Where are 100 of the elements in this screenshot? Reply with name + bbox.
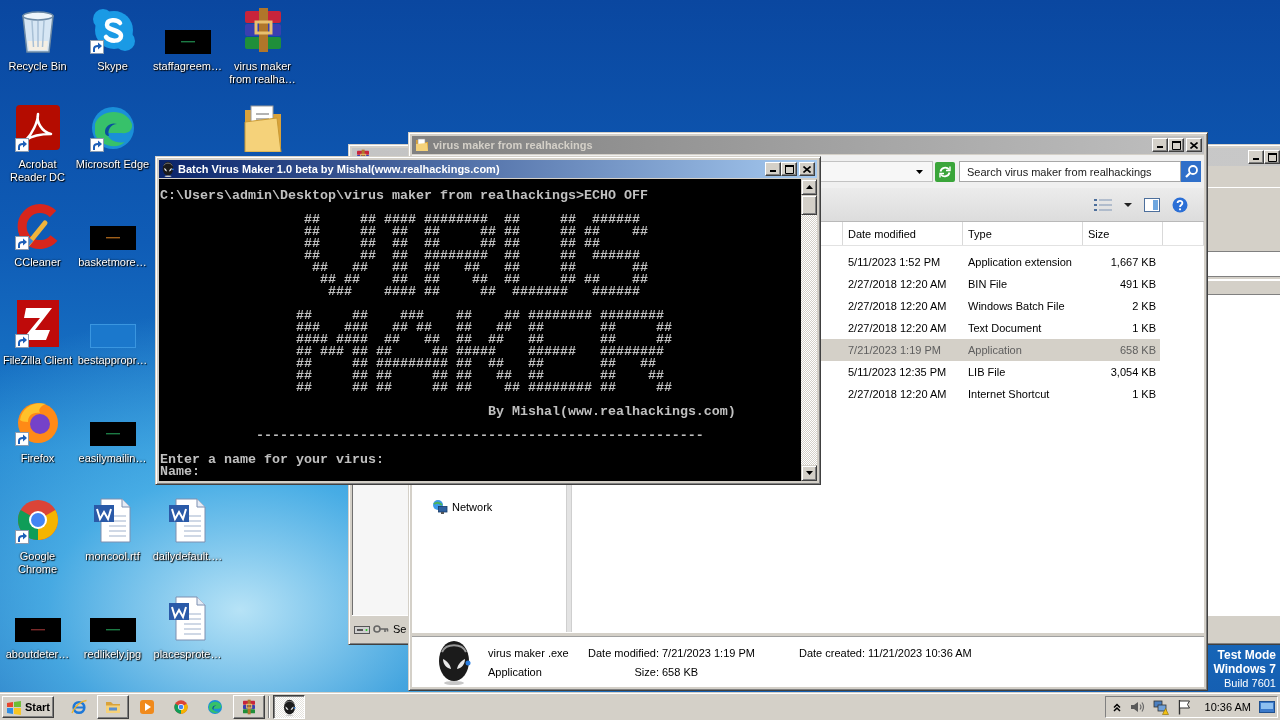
window-title: virus maker from realhackings [433,138,593,152]
status-text: Se [393,621,407,636]
search-button[interactable] [1181,161,1201,182]
detail-value: 658 KB [662,664,700,679]
window-title: Batch Virus Maker 1.0 beta by Mishal(www.realhackings.com) [178,162,500,176]
alien-head-icon [162,161,174,177]
app-icon [13,104,62,152]
os-notice-text: Test Mode [1216,648,1276,662]
scroll-up-button[interactable] [801,179,817,195]
icon-label: moncool.rtf [84,550,141,563]
table-cell-text: LIB File [967,365,1007,379]
nav-item[interactable]: Network [432,497,497,517]
detail-label: Date modified: [587,645,659,660]
icon-label: FileZilla Client [1,354,74,367]
os-notice-text: Windows 7 [1213,662,1276,676]
browser-icon [173,699,189,715]
table-cell-text: 5/11/2023 12:35 PM [847,365,948,379]
browser-icon [207,699,223,715]
close-button[interactable] [799,162,815,176]
details-view-icon[interactable] [1094,198,1112,211]
media-player-icon [139,699,155,715]
folder-icon [415,138,429,152]
minimize-button[interactable] [1152,138,1168,152]
show-desktop-icon[interactable] [1259,701,1275,713]
close-icon [1190,141,1198,149]
detail-label: Size: [633,664,659,679]
dropdown-caret-icon[interactable] [916,169,923,174]
ascii-art-text: ## ## ### ## ## ######## ######## ### ### ## ## ## ## ## ## ## #### #### ## ## ## ## ## ## ## ## ### ## ## ## ##### ###### ######## ## ## ######### ## ## ## ## ## ## ## ## ## ## ## ## ## ## ## ## ## ## ## ## ######## ## ## [295,310,672,394]
speaker-icon[interactable] [1128,699,1145,715]
file-type-text: Application [488,664,543,679]
start-button[interactable]: Start [2,696,54,718]
chevron-up-icon[interactable] [1112,702,1121,712]
detail-value: 7/21/2023 1:19 PM [662,645,756,660]
detail-label: Date created: [797,645,865,660]
table-cell-text: Application extension [967,255,1073,269]
file-row[interactable]: 5/11/2023 1:52 PM Application extension 1,667 KB [818,251,1160,273]
maximize-button[interactable] [1168,138,1184,152]
scroll-thumb[interactable] [801,195,817,215]
minimize-button[interactable] [765,162,781,176]
browser-icon [71,699,87,715]
preview-pane-icon[interactable] [1144,197,1160,212]
down-arrow-icon [805,471,813,475]
table-cell-text: 1,667 KB [1109,255,1157,269]
maximize-button[interactable] [781,162,797,176]
alien-head-icon [437,639,471,685]
address-field[interactable] [818,161,933,182]
file-row[interactable]: 2/27/2018 12:20 AM Text Document 1 KB [818,317,1160,339]
file-row[interactable]: 2/27/2018 12:20 AM Windows Batch File 2 KB [818,295,1160,317]
icon-label: Acrobat Reader DC [9,158,66,184]
icon-label: virus maker from realha… [228,60,297,86]
up-arrow-icon [805,185,813,189]
minimize-button[interactable] [1248,150,1264,164]
table-cell-text: 2/27/2018 12:20 AM [847,299,948,313]
table-cell-text: 2/27/2018 12:20 AM [847,321,948,335]
scroll-down-button[interactable] [801,465,817,481]
icon-label: aboutdeter… [4,648,71,661]
icon-label: dailydefault.… [151,550,224,563]
file-row[interactable]: 2/27/2018 12:20 AM BIN File 491 KB [818,273,1160,295]
help-icon[interactable] [1172,196,1188,213]
maximize-icon [1267,152,1277,162]
table-cell-text: 2 KB [1131,299,1157,313]
minimize-icon [1253,158,1259,160]
nav-label: Network [452,500,493,514]
file-row[interactable]: 7/21/2023 1:19 PM Application 658 KB [818,339,1160,361]
table-cell-text: 1 KB [1131,321,1157,335]
table-cell-text: 1 KB [1131,387,1157,401]
table-cell-text: 658 KB [1118,343,1157,357]
console-text: By Mishal(www.realhackings.com) [487,406,736,418]
close-button[interactable] [1186,138,1202,152]
table-cell-text: 7/21/2023 1:19 PM [847,343,942,357]
table-cell-text: Windows Batch File [967,299,1066,313]
network-warning-icon[interactable] [1152,699,1169,715]
table-cell-text: Application [967,343,1023,357]
flag-icon[interactable] [1176,699,1191,715]
table-cell-text: 2/27/2018 12:20 AM [847,387,948,401]
icon-label: Recycle Bin [7,60,68,73]
dropdown-caret-icon[interactable] [1124,202,1132,207]
refresh-button[interactable] [935,161,955,182]
start-logo-icon [6,699,22,715]
table-cell-text: 491 KB [1118,277,1157,291]
maximize-icon [1171,140,1181,150]
icon-label: placesprote… [152,648,223,661]
table-cell-text: 5/11/2023 1:52 PM [847,255,942,269]
table-cell-text: 2/27/2018 12:20 AM [847,277,948,291]
icon-label: Microsoft Edge [75,158,150,171]
icon-label: Google Chrome [16,550,59,576]
file-row[interactable]: 2/27/2018 12:20 AM Internet Shortcut 1 KB [818,383,1160,405]
console-text: Enter a name for your virus: [160,454,384,466]
file-row[interactable]: 5/11/2023 12:35 PM LIB File 3,054 KB [818,361,1160,383]
alien-head-icon [282,698,296,716]
key-icon [373,622,389,635]
table-cell-text: Internet Shortcut [967,387,1051,401]
archive-icon [241,699,257,715]
folder-icon [105,699,121,715]
taskbar-button[interactable] [273,695,305,719]
icon-label: basketmore… [77,256,148,269]
search-field[interactable]: Search virus maker from realhackings [959,161,1181,182]
icon-label: Skype [96,60,129,73]
refresh-icon [938,164,952,179]
maximize-button[interactable] [1264,150,1280,164]
